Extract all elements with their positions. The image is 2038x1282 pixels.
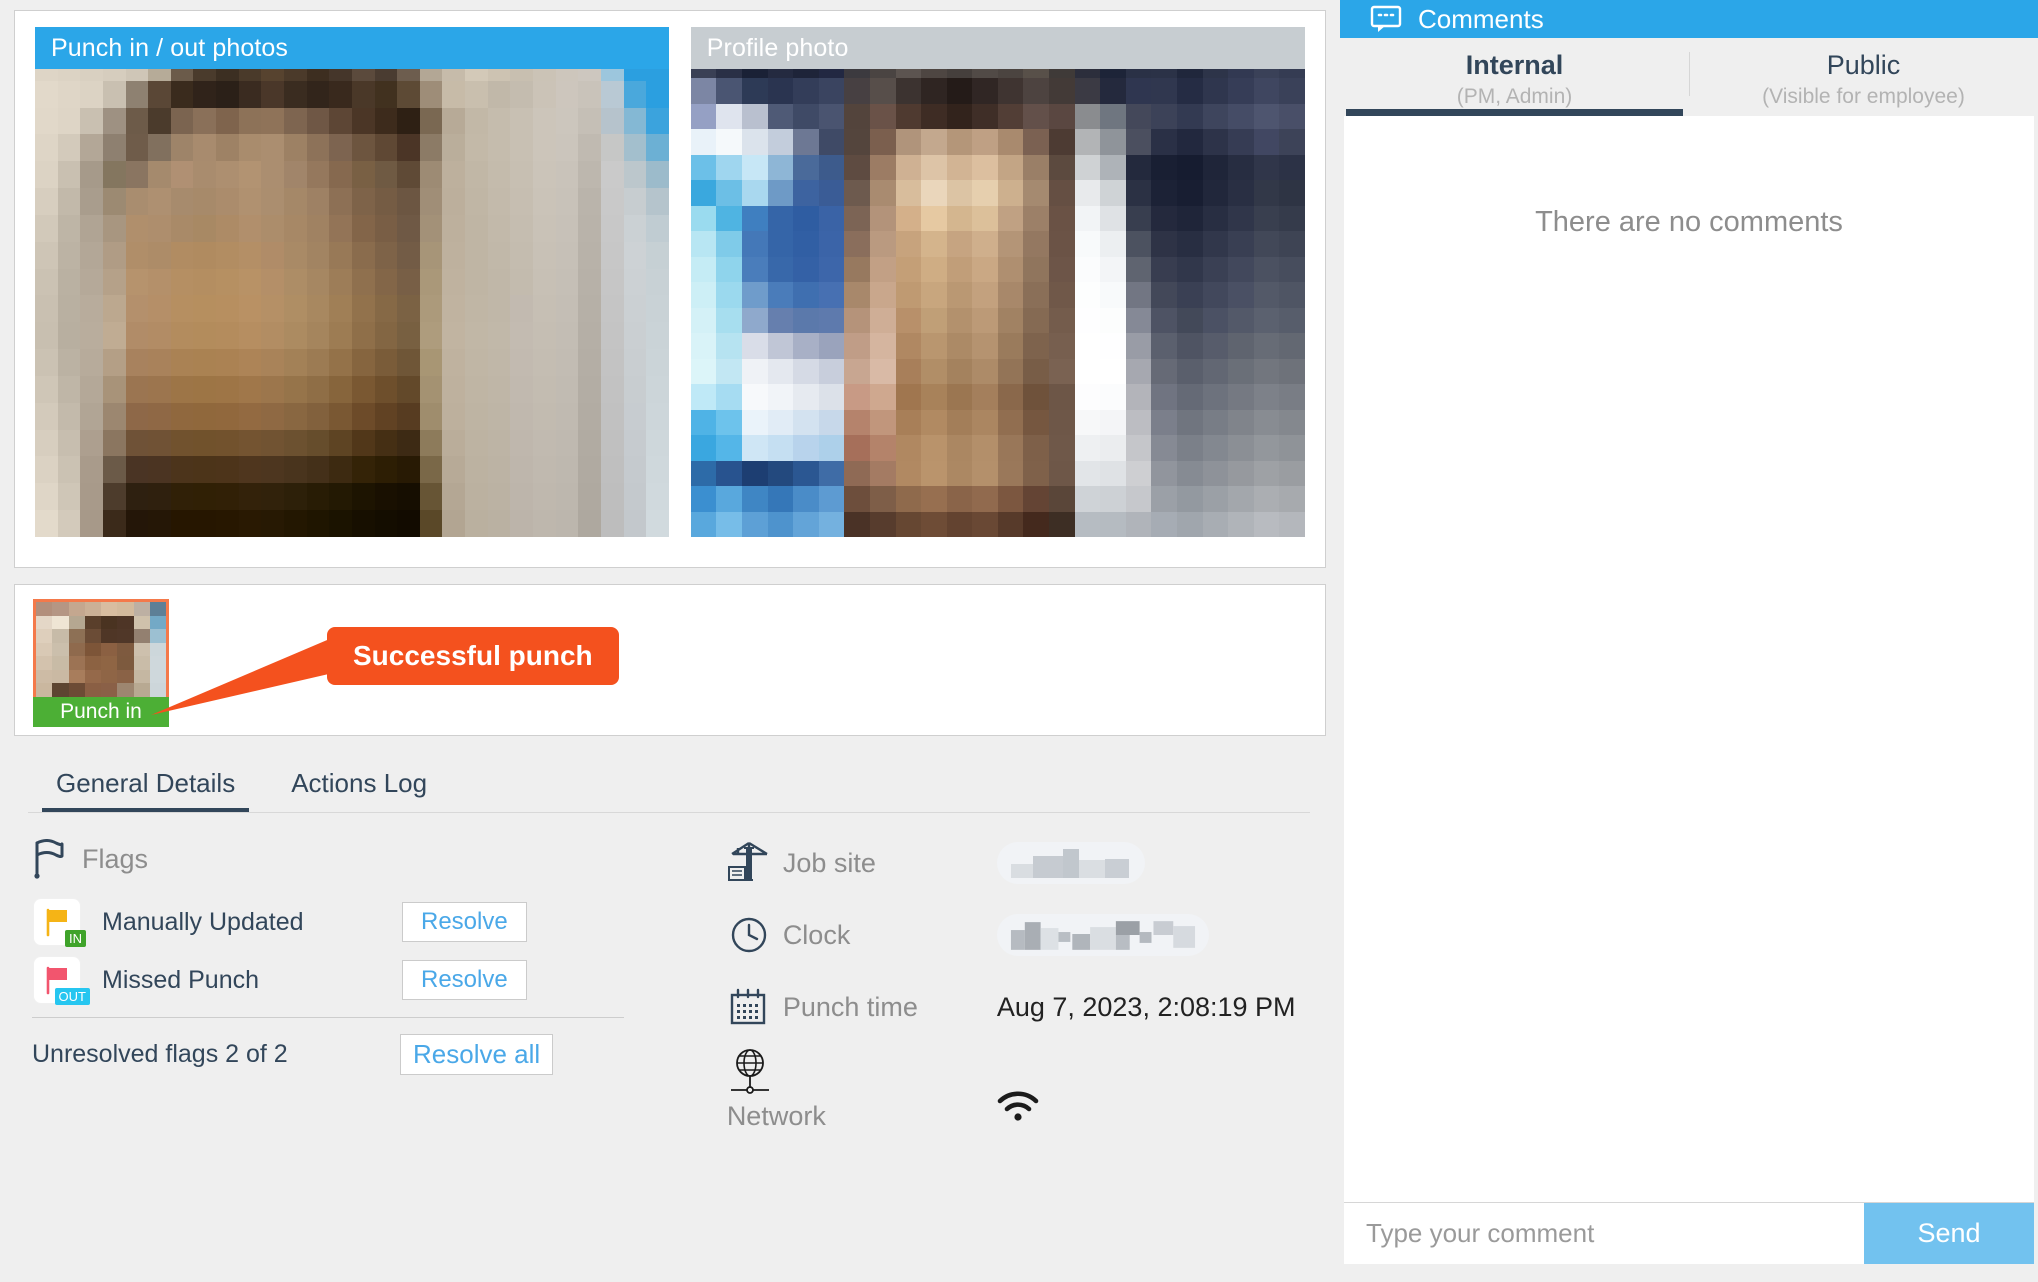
tab-actions-log-label: Actions Log: [291, 768, 428, 798]
flag-name-missed-punch: Missed Punch: [102, 965, 260, 994]
punch-photo-card[interactable]: Punch in / out photos: [35, 27, 669, 537]
comments-list: There are no comments: [1344, 116, 2034, 1202]
punch-photo-mosaic: [35, 27, 669, 537]
details-tabs: General Details Actions Log: [14, 760, 1326, 813]
comments-tabs: Internal (PM, Admin) Public (Visible for…: [1340, 38, 2038, 116]
unresolved-flags-count: Unresolved flags 2 of 2: [32, 1040, 288, 1068]
info-label-job-site: Job site: [782, 847, 876, 878]
tab-public-label: Public: [1826, 49, 1901, 80]
flags-section-title: Flags: [82, 843, 149, 874]
clock-redacted-value: [996, 914, 1209, 956]
flag-outline-icon: [34, 839, 64, 879]
resolve-all-button[interactable]: Resolve all: [400, 1034, 554, 1075]
tab-general-details-label: General Details: [56, 768, 236, 798]
flag-row-manually-updated: IN Manually Updated Resolve: [32, 899, 709, 947]
resolve-button-missed-punch[interactable]: Resolve: [402, 960, 527, 1000]
info-row-punch-time: Punch time Aug 7, 2023, 2:08:19 PM: [727, 983, 1326, 1031]
info-row-job-site: Job site: [727, 839, 1326, 887]
punch-detail-screen: Punch in / out photos Profile photo Punc…: [0, 0, 2038, 1282]
crane-icon: [727, 840, 783, 886]
comments-header: Comments: [1340, 0, 2038, 38]
tab-general-details[interactable]: General Details: [28, 760, 263, 813]
profile-photo-card[interactable]: Profile photo: [690, 27, 1305, 537]
missed-punch-flag-icon: OUT: [34, 957, 90, 1005]
flag-badge-in: IN: [65, 930, 86, 947]
left-column: Punch in / out photos Profile photo Punc…: [0, 0, 1340, 1282]
flag-row-missed-punch: OUT Missed Punch Resolve: [32, 957, 709, 1005]
clock-icon: [727, 913, 783, 957]
tab-actions-log[interactable]: Actions Log: [263, 760, 455, 813]
profile-photo-header: Profile photo: [690, 27, 1305, 69]
photos-panel: Punch in / out photos Profile photo: [14, 10, 1326, 568]
punch-photo-header: Punch in / out photos: [35, 27, 669, 69]
flags-summary-row: Unresolved flags 2 of 2 Resolve all: [32, 1017, 624, 1075]
flag-badge-out: OUT: [54, 988, 90, 1005]
general-details-content: Flags IN Manually Updated Resolve OUT Mi…: [14, 813, 1326, 1165]
network-globe-icon: [727, 1047, 773, 1106]
tab-public-comments[interactable]: Public (Visible for employee): [1689, 38, 2038, 116]
comments-column: Comments Internal (PM, Admin) Public (Vi…: [1340, 0, 2038, 1282]
flags-section-header: Flags: [32, 839, 709, 879]
tab-public-sublabel: (Visible for employee): [1762, 84, 1965, 108]
profile-photo-header-label: Profile photo: [706, 33, 849, 62]
manually-updated-flag-icon: IN: [34, 899, 86, 947]
empty-comments-message: There are no comments: [1535, 206, 1843, 238]
info-label-punch-time: Punch time: [782, 991, 918, 1022]
profile-photo-mosaic: [690, 27, 1305, 537]
send-comment-button[interactable]: Send: [1864, 1203, 2034, 1264]
comment-input[interactable]: [1344, 1203, 1864, 1264]
resolve-button-manually-updated[interactable]: Resolve: [402, 902, 527, 942]
info-column: Job site Clock Punch time Aug 7, 2023, 2…: [709, 839, 1326, 1165]
info-label-clock: Clock: [782, 919, 851, 950]
wifi-icon: [997, 1091, 1039, 1128]
tab-internal-label: Internal: [1465, 49, 1564, 80]
flags-column: Flags IN Manually Updated Resolve OUT Mi…: [32, 839, 709, 1165]
comments-header-label: Comments: [1418, 3, 1544, 34]
comment-composer: Send: [1344, 1202, 2034, 1264]
info-row-clock: Clock: [727, 911, 1326, 959]
thumbnail-strip-panel: Punch in Successful punch: [14, 584, 1326, 736]
tab-internal-comments[interactable]: Internal (PM, Admin): [1340, 38, 1689, 116]
punch-photo-header-label: Punch in / out photos: [51, 33, 288, 62]
tab-internal-sublabel: (PM, Admin): [1456, 84, 1573, 108]
calendar-icon: [727, 986, 783, 1028]
successful-punch-callout: Successful punch: [327, 627, 619, 685]
info-row-network: Network: [726, 1049, 1326, 1141]
info-label-network: Network: [726, 1101, 826, 1131]
job-site-redacted-value: [996, 842, 1145, 884]
comment-bubble-icon: [1370, 5, 1402, 32]
flag-name-manually-updated: Manually Updated: [102, 907, 304, 936]
punch-time-value: Aug 7, 2023, 2:08:19 PM: [996, 991, 1296, 1022]
